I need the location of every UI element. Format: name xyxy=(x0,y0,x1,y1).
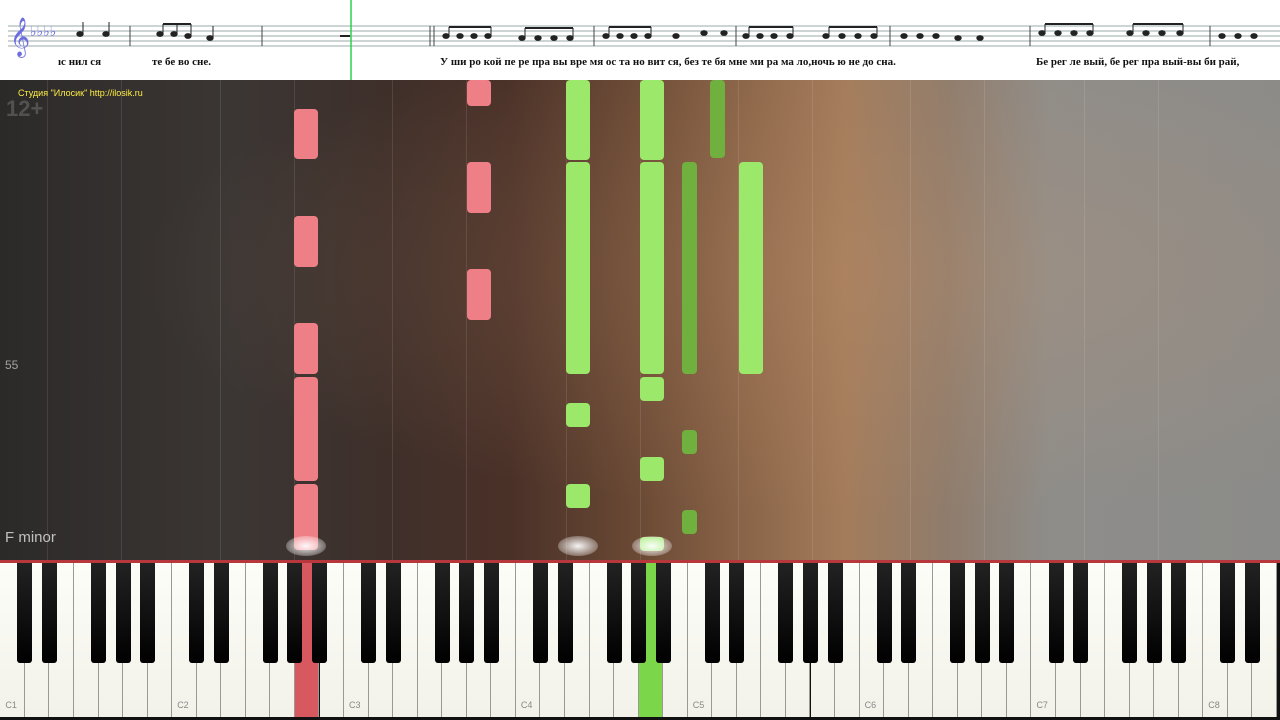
falling-note xyxy=(682,430,697,454)
falling-note xyxy=(294,109,318,159)
black-key[interactable] xyxy=(140,563,156,663)
black-key[interactable] xyxy=(532,563,548,663)
sheet-music-strip: 𝄞 ♭♭♭♭ ıс нил ся те бе во сне. У ши ро к… xyxy=(0,0,1280,80)
octave-label: C1 xyxy=(5,700,17,710)
studio-watermark: Студия "Илосик" http://ilosik.ru xyxy=(18,88,143,98)
falling-note xyxy=(294,323,318,374)
black-key[interactable] xyxy=(17,563,33,663)
black-key[interactable] xyxy=(950,563,966,663)
falling-note xyxy=(640,457,664,481)
falling-note xyxy=(739,162,763,374)
black-key[interactable] xyxy=(1048,563,1064,663)
falling-note xyxy=(710,80,725,158)
black-key[interactable] xyxy=(606,563,622,663)
black-key[interactable] xyxy=(901,563,917,663)
falling-note xyxy=(467,269,491,320)
black-key[interactable] xyxy=(115,563,131,663)
tempo-label: 55 xyxy=(5,358,19,372)
falling-note xyxy=(566,484,590,508)
falling-note xyxy=(467,80,491,106)
black-key[interactable] xyxy=(189,563,205,663)
black-key[interactable] xyxy=(999,563,1015,663)
falling-note xyxy=(682,510,697,534)
note-roll: 12+ Студия "Илосик" http://ilosik.ru 55 … xyxy=(0,80,1280,560)
black-key[interactable] xyxy=(1220,563,1236,663)
black-key[interactable] xyxy=(385,563,401,663)
falling-note xyxy=(467,162,491,213)
octave-label: C4 xyxy=(520,700,533,710)
staff: 𝄞 ♭♭♭♭ xyxy=(8,0,1280,80)
treble-clef-icon: 𝄞 xyxy=(10,17,30,58)
falling-note xyxy=(566,162,590,374)
black-key[interactable] xyxy=(704,563,720,663)
black-key[interactable] xyxy=(557,563,573,663)
octave-label: C2 xyxy=(177,700,189,710)
black-key[interactable] xyxy=(1073,563,1089,663)
falling-note xyxy=(640,80,664,160)
black-key[interactable] xyxy=(483,563,499,663)
black-key[interactable] xyxy=(459,563,475,663)
falling-note xyxy=(640,377,664,401)
black-key[interactable] xyxy=(91,563,107,663)
black-key[interactable] xyxy=(827,563,843,663)
black-key[interactable] xyxy=(778,563,794,663)
octave-label: C7 xyxy=(1036,700,1048,710)
lyrics-fragment-4: Бе рег ле вый, бе рег пра вый-вы би рай, xyxy=(1036,56,1240,68)
falling-note xyxy=(294,216,318,267)
black-key[interactable] xyxy=(1122,563,1138,663)
black-key[interactable] xyxy=(729,563,745,663)
octave-label: C5 xyxy=(692,700,705,710)
black-key[interactable] xyxy=(213,563,229,663)
black-key[interactable] xyxy=(1244,563,1260,663)
age-rating: 12+ xyxy=(6,96,44,121)
black-key[interactable] xyxy=(974,563,990,663)
octave-label: C3 xyxy=(349,700,361,710)
black-key[interactable] xyxy=(1171,563,1187,663)
falling-note xyxy=(294,377,318,481)
black-key[interactable] xyxy=(1146,563,1162,663)
falling-note xyxy=(640,162,664,374)
black-key[interactable] xyxy=(312,563,327,663)
black-key[interactable] xyxy=(41,563,57,663)
falling-note xyxy=(682,162,697,374)
black-key[interactable] xyxy=(287,563,303,663)
key-signature: ♭♭♭♭ xyxy=(30,24,56,40)
black-key[interactable] xyxy=(361,563,377,663)
black-key[interactable] xyxy=(262,563,278,663)
lyrics-fragment-3: У ши ро кой пе ре пра вы вре мя ос та но… xyxy=(440,56,896,68)
black-key[interactable] xyxy=(876,563,892,663)
octave-label: C6 xyxy=(864,700,877,710)
falling-note xyxy=(566,80,590,160)
black-key[interactable] xyxy=(803,563,818,663)
lyrics-fragment-1: ıс нил ся xyxy=(58,56,102,68)
lyrics-fragment-2: те бе во сне. xyxy=(152,56,211,68)
falling-note xyxy=(566,403,590,427)
black-key[interactable] xyxy=(434,563,450,663)
piano-keyboard: C1 C2 C3 C4 C5 C6 C7 C8 xyxy=(0,560,1280,720)
key-label: F minor xyxy=(5,529,56,546)
octave-label: C8 xyxy=(1208,700,1220,710)
black-key[interactable] xyxy=(655,563,671,663)
black-key[interactable] xyxy=(631,563,647,663)
